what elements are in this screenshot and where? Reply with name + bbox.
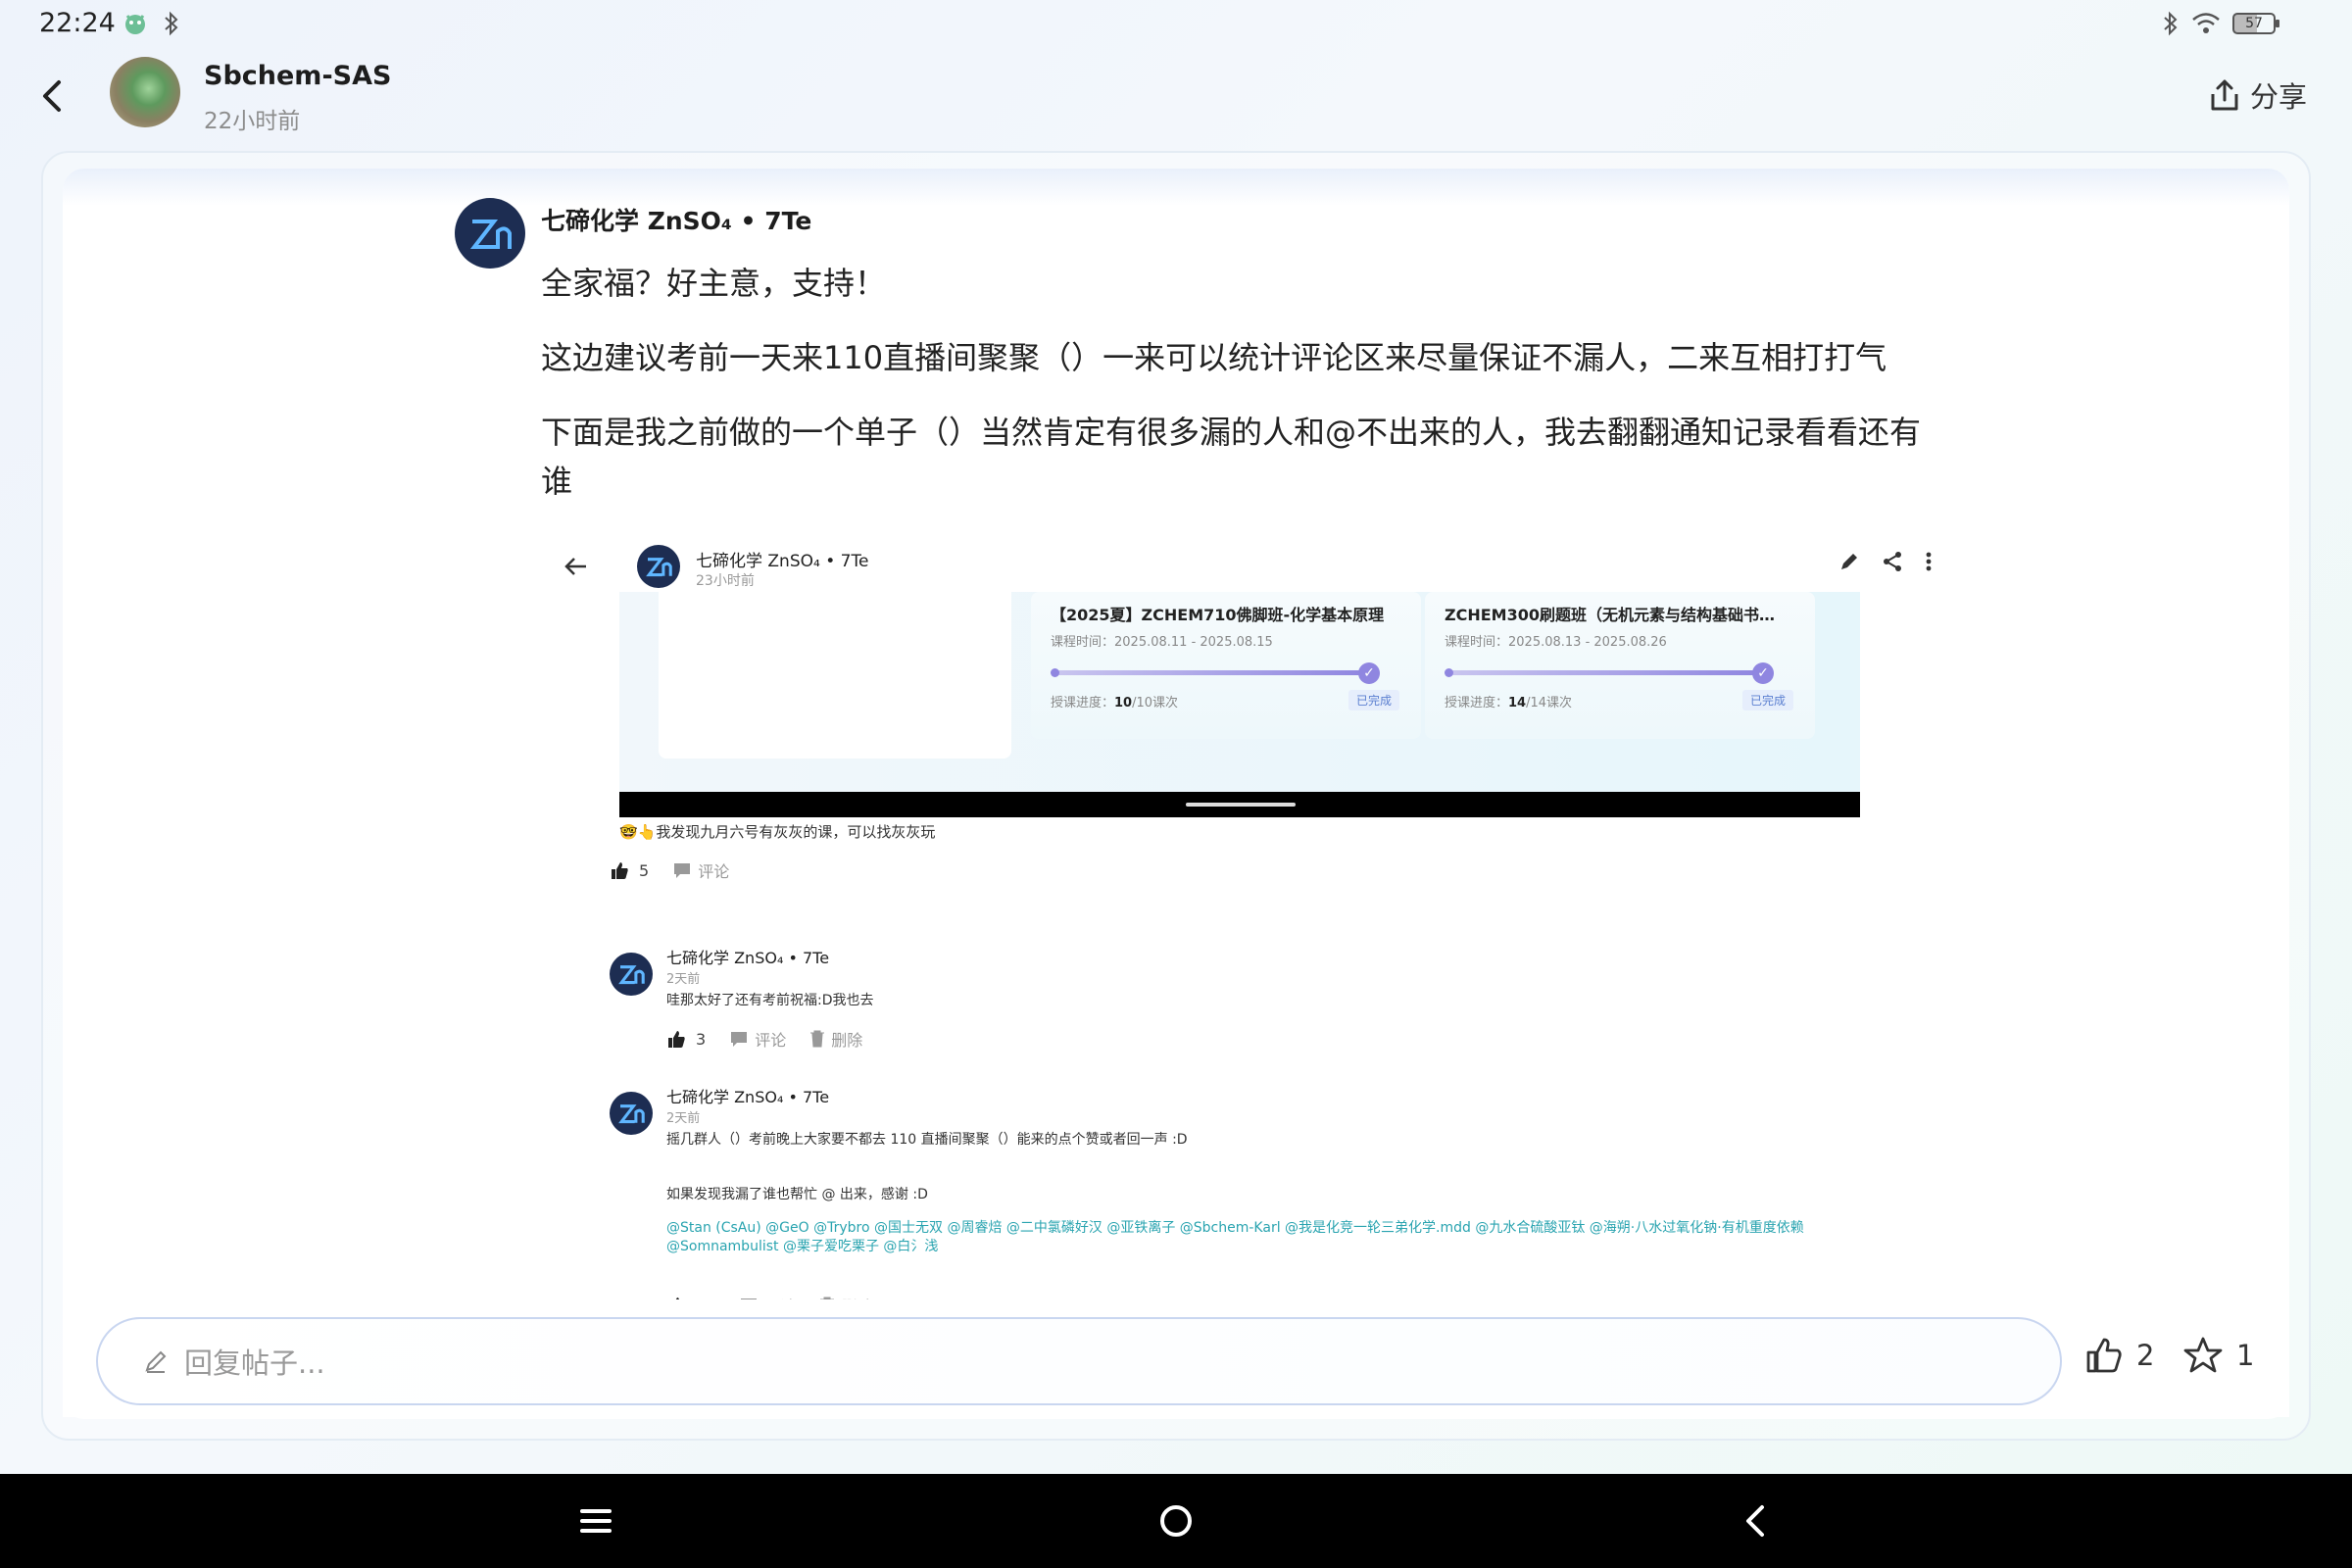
course-card: 【2025夏】ZCHEM710佛脚班-化学基本原理 课程时间：2025.08.1…: [1031, 592, 1421, 739]
back-arrow-icon: [564, 558, 586, 575]
shot-action-row: 5 评论: [610, 858, 729, 882]
post-author-avatar[interactable]: [455, 198, 525, 269]
bluetooth-icon: [2164, 11, 2178, 36]
battery-icon: 57: [2232, 13, 2279, 34]
comment-action-row: 3 评论 删除: [666, 1027, 862, 1051]
comment-link: 评论: [729, 1027, 786, 1051]
comment-time: 2天前: [666, 972, 701, 987]
post-time: 22小时前: [204, 109, 301, 134]
comment-avatar: [610, 1092, 653, 1135]
content-fade: [63, 169, 2289, 206]
shot-toolbar: [1838, 551, 1933, 572]
comment-icon: [674, 863, 691, 878]
course-placeholder: [659, 592, 1011, 759]
post-paragraph: 这边建议考前一天来110直播间聚聚（）一来可以统计评论区来尽量保证不漏人，二来互…: [541, 339, 1887, 376]
status-time: 22:24: [39, 8, 116, 38]
menu-icon[interactable]: [574, 1499, 617, 1543]
post-content-card: 七碲化学 ZnSO₄ • 7Te 全家福？好主意，支持！ 这边建议考前一天来11…: [63, 169, 2289, 1419]
post-header: Sbchem-SAS 22小时前 分享: [0, 51, 2352, 139]
shot-caption: 🤓👆我发现九月六号有灰灰的课，可以找灰灰玩: [619, 823, 936, 841]
attached-screenshot[interactable]: 七碲化学 ZnSO₄ • 7Te 23小时前 【2025夏】ZCHEM710佛脚…: [541, 533, 1952, 1419]
course-card: ZCHEM300刷题班（无机元素与结构基础书… 课程时间：2025.08.13 …: [1425, 592, 1815, 739]
post-paragraph: 下面是我之前做的一个单子（）当然肯定有很多漏的人和@不出来的人，我去翻翻通知记录…: [541, 414, 1922, 500]
back-icon[interactable]: [1735, 1499, 1778, 1543]
comment-icon: [731, 1032, 748, 1047]
course-title: ZCHEM300刷题班（无机元素与结构基础书…: [1445, 606, 1775, 624]
zn-logo-icon: [618, 1104, 645, 1124]
status-bar: 22:24 57: [0, 0, 2352, 47]
zn-logo-icon: [469, 220, 512, 249]
course-title: 【2025夏】ZCHEM710佛脚班-化学基本原理: [1051, 606, 1385, 624]
like-count: 3: [696, 1029, 707, 1049]
bluetooth-icon: [165, 11, 178, 36]
like-button[interactable]: 2: [2085, 1337, 2154, 1374]
shot-time: 23小时前: [696, 573, 755, 589]
course-period: 课程时间：2025.08.11 - 2025.08.15: [1051, 635, 1273, 650]
home-icon[interactable]: [1154, 1499, 1198, 1543]
author-avatar[interactable]: [110, 57, 180, 127]
comment-avatar: [610, 953, 653, 996]
battery-level: 57: [2245, 16, 2263, 31]
thumbs-up-icon: [668, 1031, 685, 1048]
system-nav-bar: [0, 1474, 2352, 1568]
course-progress: 授课进度：14/14课次: [1445, 696, 1573, 710]
course-status-badge: 已完成: [1741, 690, 1793, 710]
shot-author-avatar: [637, 545, 680, 588]
share-icon: [2211, 79, 2238, 111]
share-label: 分享: [2249, 80, 2307, 114]
post-author-name[interactable]: 七碲化学 ZnSO₄ • 7Te: [541, 202, 811, 237]
comment-author: 七碲化学 ZnSO₄ • 7Te: [666, 1088, 830, 1106]
comment-text: 如果发现我漏了谁也帮忙 @ 出来，感谢 :D: [666, 1187, 928, 1202]
zn-logo-icon: [618, 965, 645, 985]
share-button[interactable]: 分享: [2209, 74, 2307, 116]
trash-icon: [810, 1030, 825, 1048]
comment-author: 七碲化学 ZnSO₄ • 7Te: [666, 949, 830, 967]
comment-link: 评论: [672, 858, 729, 882]
like-count: 5: [639, 860, 650, 880]
comment-text: 哇那太好了还有考前祝福:D我也去: [666, 993, 874, 1008]
comment-text: 摇几群人（）考前晚上大家要不都去 110 直播间聚聚（）能来的点个赞或者回一声 …: [666, 1132, 1188, 1148]
favorite-button[interactable]: 1: [2183, 1337, 2254, 1374]
reply-input[interactable]: 回复帖子...: [96, 1317, 2062, 1405]
author-name[interactable]: Sbchem-SAS: [204, 61, 391, 91]
share-icon: [1884, 552, 1901, 571]
favorite-count: 1: [2236, 1339, 2255, 1372]
post-paragraph: 全家福？好主意，支持！: [541, 265, 887, 302]
star-icon: [2183, 1337, 2223, 1373]
check-icon: ✓: [1358, 662, 1380, 684]
course-strip: 【2025夏】ZCHEM710佛脚班-化学基本原理 课程时间：2025.08.1…: [619, 592, 1860, 792]
thumbs-up-icon: [612, 862, 628, 879]
comment-mentions: @Stan (CsAu) @GeO @Trybro @国士无双 @周睿焙 @二中…: [666, 1220, 1804, 1254]
app-notification-icon: [125, 15, 145, 34]
zn-logo-icon: [646, 558, 672, 577]
shot-author-name: 七碲化学 ZnSO₄ • 7Te: [696, 552, 869, 571]
course-progress: 授课进度：10/10课次: [1051, 696, 1179, 710]
course-period: 课程时间：2025.08.13 - 2025.08.26: [1445, 635, 1667, 650]
course-progress-bar: [1051, 668, 1368, 677]
back-arrow-icon[interactable]: [35, 74, 71, 118]
reply-placeholder: 回复帖子...: [184, 1347, 325, 1380]
wifi-icon: [2192, 13, 2220, 33]
delete-link: 删除: [809, 1027, 862, 1051]
pencil-icon: [145, 1350, 167, 1373]
comment-time: 2天前: [666, 1111, 701, 1126]
course-progress-bar: [1445, 668, 1762, 677]
gesture-bar: [619, 792, 1860, 817]
course-status-badge: 已完成: [1348, 690, 1399, 710]
like-count: 2: [2136, 1339, 2155, 1372]
thumbs-up-icon: [2086, 1338, 2122, 1373]
reply-bar: 回复帖子... 2 1: [63, 1299, 2289, 1417]
check-icon: ✓: [1752, 662, 1774, 684]
more-icon: [1926, 552, 1932, 571]
edit-icon: [1841, 554, 1857, 569]
